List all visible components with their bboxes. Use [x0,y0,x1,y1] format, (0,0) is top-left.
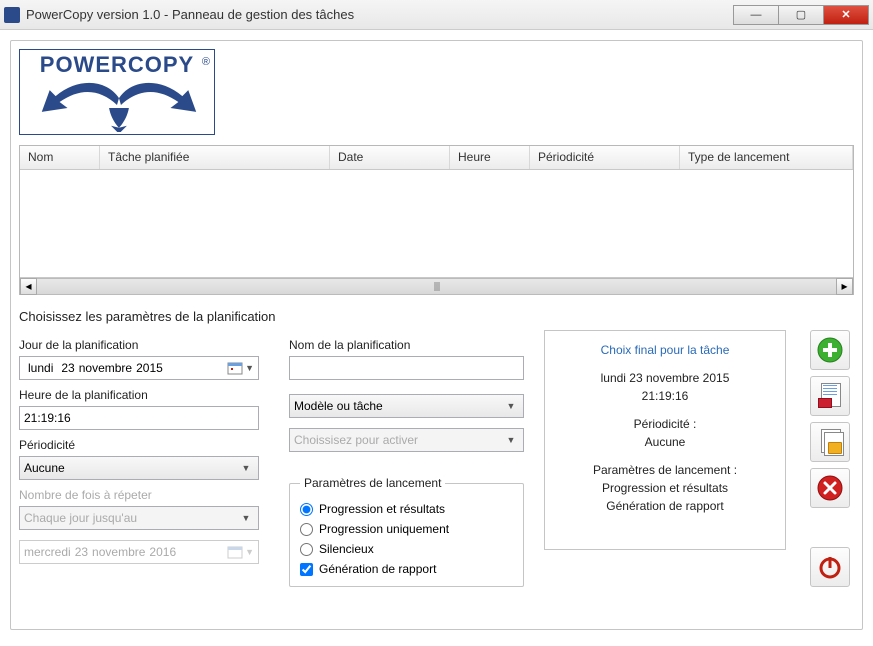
report-button[interactable] [810,376,850,416]
summary-period-value: Aucune [557,435,773,449]
checkbox-report[interactable] [300,563,313,576]
summary-box: Choix final pour la tâche lundi 23 novem… [544,330,786,550]
window-title: PowerCopy version 1.0 - Panneau de gesti… [26,7,734,22]
radio-silent[interactable] [300,543,313,556]
chevron-down-icon: ▼ [503,401,519,411]
delete-button[interactable] [810,468,850,508]
day-day: 23 [61,361,74,375]
horizontal-scrollbar[interactable]: ◂ ▸ [20,277,853,294]
plan-name-label: Nom de la planification [289,338,524,352]
add-button[interactable] [810,330,850,370]
copy-button[interactable] [810,422,850,462]
col-nom[interactable]: Nom [20,146,100,169]
opt-silent[interactable]: Silencieux [300,542,513,556]
period-label: Périodicité [19,438,269,452]
day-label: Jour de la planification [19,338,269,352]
model-combo[interactable]: Modèle ou tâche ▼ [289,394,524,418]
logo-text: POWERCOPY [20,50,214,78]
calendar-icon [227,544,243,560]
task-table: Nom Tâche planifiée Date Heure Périodici… [19,145,854,295]
badge-icon [818,398,832,408]
hour-label: Heure de la planification [19,388,269,402]
until-day: 23 [75,545,88,559]
until-month: novembre [92,545,145,559]
col-periodicite[interactable]: Périodicité [530,146,680,169]
col-tache[interactable]: Tâche planifiée [100,146,330,169]
minimize-button[interactable]: — [733,5,779,25]
summary-time: 21:19:16 [557,389,773,403]
power-button[interactable] [810,547,850,587]
registered-icon: ® [202,56,210,68]
day-weekday: lundi [24,361,57,375]
chevron-down-icon: ▼ [238,463,254,473]
opt-progress-only[interactable]: Progression uniquement [300,522,513,536]
opt-progress-results[interactable]: Progression et résultats [300,502,513,516]
period-combo[interactable]: Aucune ▼ [19,456,259,480]
scroll-track[interactable] [37,278,836,295]
repeat-combo: Chaque jour jusqu'au ▼ [19,506,259,530]
table-header: Nom Tâche planifiée Date Heure Périodici… [20,146,853,170]
activate-combo: Choissisez pour activer ▼ [289,428,524,452]
model-value: Modèle ou tâche [294,399,383,413]
launch-params-group: Paramètres de lancement Progression et r… [289,476,524,587]
table-body[interactable] [20,170,853,277]
section-title: Choisissez les paramètres de la planific… [19,309,854,324]
radio-progress-results[interactable] [300,503,313,516]
summary-period-label: Périodicité : [557,417,773,431]
repeat-value: Chaque jour jusqu'au [24,511,137,525]
chevron-down-icon: ▼ [503,435,519,445]
col-type[interactable]: Type de lancement [680,146,853,169]
maximize-button[interactable]: ▢ [778,5,824,25]
col-heure[interactable]: Heure [450,146,530,169]
calendar-icon[interactable] [227,360,243,376]
summary-launch-v2: Génération de rapport [557,499,773,513]
plan-name-input[interactable] [289,356,524,380]
scroll-left-button[interactable]: ◂ [20,278,37,295]
col-date[interactable]: Date [330,146,450,169]
scroll-right-button[interactable]: ▸ [836,278,853,295]
activate-value: Choissisez pour activer [294,433,418,447]
period-value: Aucune [24,461,65,475]
hour-value: 21:19:16 [24,411,71,425]
day-month: novembre [79,361,132,375]
folder-icon [828,442,842,454]
chevron-down-icon[interactable]: ▼ [245,363,254,373]
summary-launch-label: Paramètres de lancement : [557,463,773,477]
logo-arrows-icon [20,78,214,132]
day-datepicker[interactable]: lundi 23 novembre 2015 ▼ [19,356,259,380]
titlebar: PowerCopy version 1.0 - Panneau de gesti… [0,0,873,30]
chk-report[interactable]: Génération de rapport [300,562,513,576]
repeat-label: Nombre de fois à répeter [19,488,269,502]
close-button[interactable]: ✕ [823,5,869,25]
radio-progress-only[interactable] [300,523,313,536]
hour-input[interactable]: 21:19:16 [19,406,259,430]
until-datepicker: mercredi 23 novembre 2016 ▼ [19,540,259,564]
app-icon [4,7,20,23]
summary-date: lundi 23 novembre 2015 [557,371,773,385]
until-weekday: mercredi [24,545,71,559]
launch-legend: Paramètres de lancement [300,476,445,490]
chevron-down-icon: ▼ [245,547,254,557]
chevron-down-icon: ▼ [238,513,254,523]
day-year: 2015 [136,361,163,375]
until-year: 2016 [149,545,176,559]
summary-launch-v1: Progression et résultats [557,481,773,495]
main-panel: POWERCOPY ® Nom Tâche planifiée Date Heu… [10,40,863,630]
logo: POWERCOPY ® [19,49,215,135]
summary-title: Choix final pour la tâche [557,343,773,357]
